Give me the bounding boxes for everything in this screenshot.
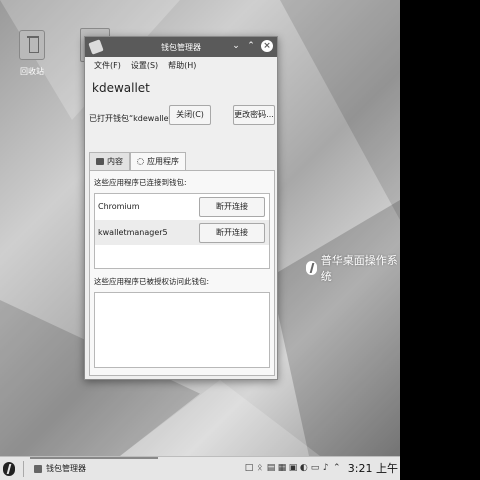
desktop-icon-trash[interactable]: 回收站	[14, 30, 50, 77]
connected-apps-list[interactable]: Chromium 断开连接 kwalletmanager5 断开连接	[94, 193, 270, 269]
bluetooth-icon[interactable]: ᛟ	[256, 463, 264, 473]
title-bar[interactable]: 钱包管理器 ⌄ ⌃ ×	[85, 37, 277, 57]
connected-apps-label: 这些应用程序已连接到钱包:	[94, 178, 187, 187]
authorized-apps-label: 这些应用程序已被授权访问此钱包:	[94, 277, 210, 286]
applications-icon	[137, 158, 144, 165]
wallpaper-shape	[270, 200, 400, 456]
maximize-button[interactable]: ⌃	[246, 40, 256, 52]
system-tray: □ ᛟ ▤ ▦ ▣ ◐ ▭ ♪ ⌃ 3:21 上午	[245, 460, 398, 476]
taskbar: 钱包管理器 □ ᛟ ▤ ▦ ▣ ◐ ▭ ♪ ⌃ 3:21 上午	[0, 456, 400, 480]
disconnect-button[interactable]: 断开连接	[199, 223, 265, 243]
os-brand-text: 普华桌面操作系统	[320, 254, 398, 283]
display-icon[interactable]: ▭	[311, 463, 320, 473]
disconnect-button[interactable]: 断开连接	[199, 197, 265, 217]
minimize-button[interactable]: ⌄	[231, 40, 241, 52]
os-logo-icon	[306, 261, 317, 275]
wallet-tray-icon[interactable]: ▤	[267, 463, 276, 473]
trash-icon	[19, 30, 45, 60]
menu-bar: 文件(F) 设置(S) 帮助(H)	[85, 57, 277, 73]
start-menu-icon[interactable]	[3, 461, 15, 476]
taskbar-task-wallet-manager[interactable]: 钱包管理器	[30, 456, 158, 479]
notes-icon[interactable]: ▦	[278, 463, 287, 473]
app-name: kwalletmanager5	[98, 228, 168, 237]
wallet-app-icon	[34, 464, 42, 473]
tab-label: 内容	[107, 157, 123, 166]
updates-icon[interactable]: ◐	[300, 463, 308, 473]
clock[interactable]: 3:21 上午	[348, 460, 398, 476]
tab-bar: 内容 应用程序	[89, 152, 186, 170]
tab-label: 应用程序	[147, 157, 179, 166]
expand-tray-icon[interactable]: ⌃	[333, 463, 341, 473]
list-item[interactable]: kwalletmanager5 断开连接	[95, 220, 269, 246]
tab-contents[interactable]: 内容	[89, 152, 130, 170]
change-password-button[interactable]: 更改密码...	[233, 105, 275, 125]
authorized-apps-list[interactable]	[94, 292, 270, 368]
app-name: Chromium	[98, 202, 140, 211]
network-icon[interactable]: ▣	[289, 463, 298, 473]
close-wallet-button[interactable]: 关闭(C)	[169, 105, 211, 125]
screen-border	[400, 0, 480, 456]
desktop-icon-label: 回收站	[20, 67, 44, 76]
applications-panel: 这些应用程序已连接到钱包: Chromium 断开连接 kwalletmanag…	[89, 170, 275, 376]
menu-file[interactable]: 文件(F)	[94, 60, 121, 71]
tab-applications[interactable]: 应用程序	[130, 152, 186, 170]
os-brand: 普华桌面操作系统	[306, 252, 400, 284]
list-item[interactable]: Chromium 断开连接	[95, 194, 269, 220]
task-label: 钱包管理器	[46, 464, 86, 473]
clipboard-icon[interactable]: □	[245, 463, 254, 473]
close-window-button[interactable]: ×	[261, 40, 273, 52]
taskbar-separator	[23, 460, 24, 477]
wallet-manager-window: 钱包管理器 ⌄ ⌃ × 文件(F) 设置(S) 帮助(H) kdewallet …	[84, 36, 278, 380]
folder-icon	[96, 158, 104, 165]
wallet-name-heading: kdewallet	[92, 81, 150, 95]
menu-settings[interactable]: 设置(S)	[131, 60, 158, 71]
volume-icon[interactable]: ♪	[322, 463, 330, 473]
menu-help[interactable]: 帮助(H)	[168, 60, 196, 71]
